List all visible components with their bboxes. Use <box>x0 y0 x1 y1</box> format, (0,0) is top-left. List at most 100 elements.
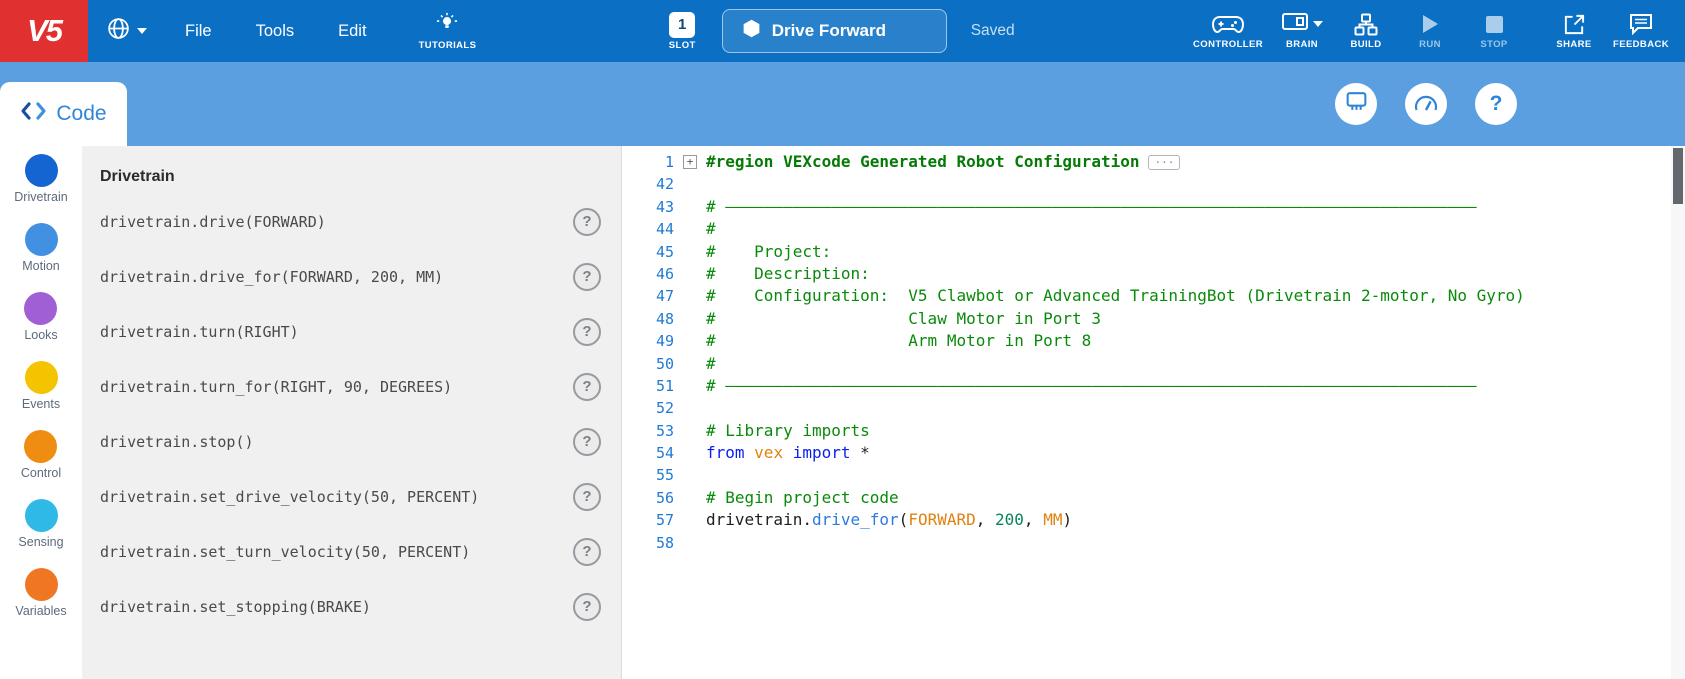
fold-expand-icon[interactable]: + <box>683 155 697 169</box>
code-text: drivetrain.drive_for(FORWARD, 200, MM) <box>706 509 1072 531</box>
code-line: 55 <box>622 464 1685 486</box>
code-text: # <box>706 353 716 375</box>
controller-label: CONTROLLER <box>1193 39 1263 50</box>
code-line: 44# <box>622 218 1685 240</box>
code-line: 47# Configuration: V5 Clawbot or Advance… <box>622 285 1685 307</box>
category-dot-icon <box>25 223 58 256</box>
sidebar-category-motion[interactable]: Motion <box>22 223 60 273</box>
command-row[interactable]: drivetrain.turn(RIGHT) ? <box>82 304 621 359</box>
code-line: 54from vex import * <box>622 442 1685 464</box>
code-lines: 1+#region VEXcode Generated Robot Config… <box>622 146 1685 554</box>
sidebar-category-sensing[interactable]: Sensing <box>18 499 63 549</box>
build-label: BUILD <box>1350 39 1381 50</box>
project-group: 1 SLOT Drive Forward Saved <box>669 9 1015 53</box>
dashboard-button[interactable] <box>1405 83 1447 125</box>
top-bar: V5 File Tools Edit TUTORIALS <box>0 0 1685 62</box>
category-dot-icon <box>25 568 58 601</box>
command-text: drivetrain.set_stopping(BRAKE) <box>100 598 371 616</box>
build-icon <box>1354 12 1378 36</box>
project-name: Drive Forward <box>772 21 886 41</box>
feedback-button[interactable]: FEEDBACK <box>1609 12 1673 50</box>
caret-down-icon <box>1313 21 1323 27</box>
editor-scrollbar[interactable] <box>1671 146 1685 679</box>
command-help-button[interactable]: ? <box>573 428 601 456</box>
code-line: 45# Project: <box>622 241 1685 263</box>
command-row[interactable]: drivetrain.drive_for(FORWARD, 200, MM) ? <box>82 249 621 304</box>
command-row[interactable]: drivetrain.set_drive_velocity(50, PERCEN… <box>82 469 621 524</box>
run-icon <box>1423 12 1438 36</box>
code-line: 53# Library imports <box>622 420 1685 442</box>
device-icon <box>1344 89 1369 120</box>
menu-tools[interactable]: Tools <box>234 0 317 62</box>
help-icon: ? <box>1490 92 1503 116</box>
command-help-button[interactable]: ? <box>573 593 601 621</box>
category-dot-icon <box>24 292 57 325</box>
collapsed-region-icon[interactable]: ··· <box>1148 155 1180 170</box>
line-number: 45 <box>622 241 674 263</box>
command-row[interactable]: drivetrain.stop() ? <box>82 414 621 469</box>
scrollbar-thumb[interactable] <box>1673 148 1683 204</box>
globe-icon <box>106 16 131 46</box>
line-number: 52 <box>622 397 674 419</box>
line-number: 57 <box>622 509 674 531</box>
category-label: Drivetrain <box>14 190 68 204</box>
build-button[interactable]: BUILD <box>1337 12 1395 50</box>
toolbar-buttons: ? <box>1335 83 1517 125</box>
sidebar-category-variables[interactable]: Variables <box>15 568 66 618</box>
slot-selector[interactable]: 1 SLOT <box>669 12 696 51</box>
feedback-label: FEEDBACK <box>1613 39 1669 50</box>
command-row[interactable]: drivetrain.turn_for(RIGHT, 90, DEGREES) … <box>82 359 621 414</box>
menu-edit[interactable]: Edit <box>316 0 388 62</box>
device-info-button[interactable] <box>1335 83 1377 125</box>
controller-button[interactable]: CONTROLLER <box>1189 12 1267 50</box>
code-text: # ——————————————————————————————————————… <box>706 375 1477 397</box>
category-label: Looks <box>24 328 57 342</box>
command-help-button[interactable]: ? <box>573 208 601 236</box>
stop-label: STOP <box>1480 39 1507 50</box>
tab-code[interactable]: Code <box>0 82 127 146</box>
command-help-button[interactable]: ? <box>573 263 601 291</box>
code-text: # Description: <box>706 263 870 285</box>
line-number: 54 <box>622 442 674 464</box>
gauge-icon <box>1413 90 1439 119</box>
code-editor[interactable]: 1+#region VEXcode Generated Robot Config… <box>622 146 1685 679</box>
line-number: 49 <box>622 330 674 352</box>
category-label: Variables <box>15 604 66 618</box>
code-text: # Arm Motor in Port 8 <box>706 330 1091 352</box>
command-text: drivetrain.drive(FORWARD) <box>100 213 326 231</box>
save-status: Saved <box>971 22 1015 40</box>
code-line: 48# Claw Motor in Port 3 <box>622 308 1685 330</box>
code-line: 58 <box>622 532 1685 554</box>
command-panel-title: Drivetrain <box>82 160 621 194</box>
command-help-button[interactable]: ? <box>573 538 601 566</box>
help-button[interactable]: ? <box>1475 83 1517 125</box>
stop-button[interactable]: STOP <box>1465 12 1523 50</box>
command-help-button[interactable]: ? <box>573 373 601 401</box>
line-number: 42 <box>622 173 674 195</box>
sidebar-category-looks[interactable]: Looks <box>24 292 57 342</box>
command-row[interactable]: drivetrain.set_stopping(BRAKE) ? <box>82 579 621 634</box>
brain-button[interactable]: BRAIN <box>1273 12 1331 50</box>
code-line: 46# Description: <box>622 263 1685 285</box>
tutorials-button[interactable]: TUTORIALS <box>401 11 495 51</box>
command-row[interactable]: drivetrain.drive(FORWARD) ? <box>82 194 621 249</box>
sidebar-category-control[interactable]: Control <box>21 430 61 480</box>
v5-logo[interactable]: V5 <box>0 0 88 62</box>
line-number: 50 <box>622 353 674 375</box>
language-menu[interactable] <box>88 16 163 46</box>
code-text: #region VEXcode Generated Robot Configur… <box>706 151 1139 173</box>
command-row[interactable]: drivetrain.set_turn_velocity(50, PERCENT… <box>82 524 621 579</box>
code-line: 51# ————————————————————————————————————… <box>622 375 1685 397</box>
code-line: 50 # <box>622 353 1685 375</box>
project-name-box[interactable]: Drive Forward <box>722 9 947 53</box>
sidebar-category-events[interactable]: Events <box>22 361 60 411</box>
command-help-button[interactable]: ? <box>573 483 601 511</box>
caret-down-icon <box>137 28 147 34</box>
code-text: # ——————————————————————————————————————… <box>706 196 1477 218</box>
menu-file[interactable]: File <box>163 0 234 62</box>
sidebar-category-drivetrain[interactable]: Drivetrain <box>14 154 68 204</box>
share-button[interactable]: SHARE <box>1545 12 1603 50</box>
run-button[interactable]: RUN <box>1401 12 1459 50</box>
code-line: 57 drivetrain.drive_for(FORWARD, 200, MM) <box>622 509 1685 531</box>
command-help-button[interactable]: ? <box>573 318 601 346</box>
